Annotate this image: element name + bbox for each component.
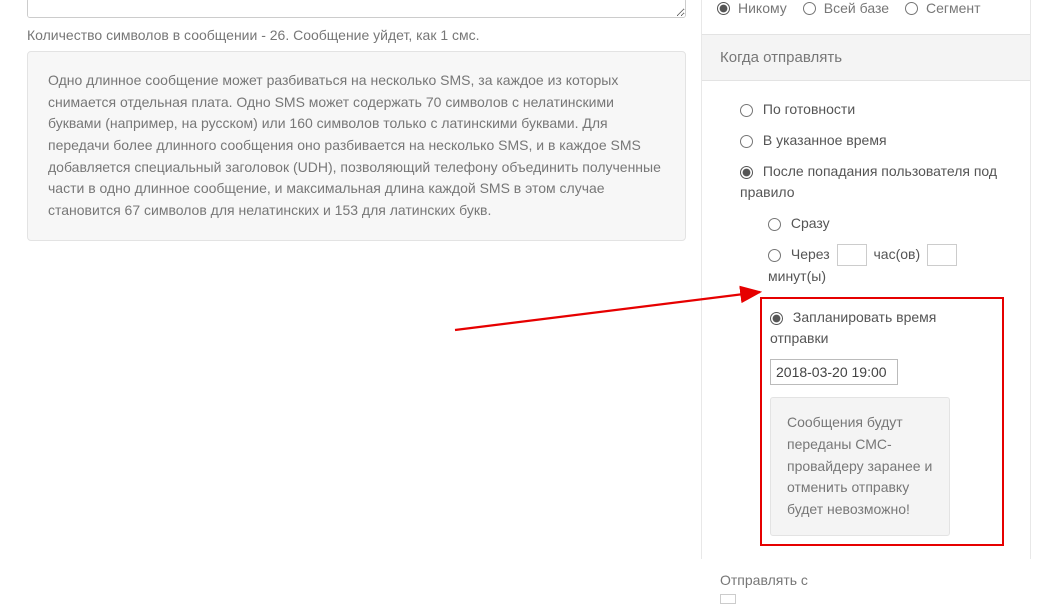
hours-label: час(ов): [873, 246, 920, 262]
subopt-through-radio[interactable]: [768, 249, 781, 262]
opt-after-rule-radio[interactable]: [740, 166, 753, 179]
minutes-label: минут(ы): [768, 268, 826, 284]
hours-input[interactable]: [837, 244, 867, 266]
schedule-warning: Сообщения будут переданы СМС-провайдеру …: [770, 397, 950, 535]
opt-at-time[interactable]: В указанное время: [740, 132, 887, 148]
message-textarea[interactable]: [27, 0, 686, 18]
minutes-input[interactable]: [927, 244, 957, 266]
opt-ready-radio[interactable]: [740, 104, 753, 117]
char-count-label: Количество символов в сообщении - 26. Со…: [27, 27, 686, 43]
subopt-schedule[interactable]: Запланировать время отправки: [770, 309, 936, 346]
audience-segment-label: Сегмент: [926, 0, 981, 16]
subopt-schedule-label: Запланировать время отправки: [770, 309, 936, 346]
audience-segment-radio[interactable]: [905, 2, 918, 15]
send-from-label: Отправлять с: [702, 572, 1030, 588]
audience-all-label: Всей базе: [824, 0, 889, 16]
audience-all[interactable]: Всей базе: [803, 0, 889, 16]
opt-ready-label: По готовности: [763, 101, 855, 117]
sms-info-box: Одно длинное сообщение может разбиваться…: [27, 51, 686, 241]
send-from-input[interactable]: [720, 594, 736, 604]
audience-none-radio[interactable]: [717, 2, 730, 15]
subopt-immediately-label: Сразу: [791, 215, 830, 231]
opt-at-time-radio[interactable]: [740, 135, 753, 148]
audience-segment[interactable]: Сегмент: [905, 0, 981, 16]
opt-after-rule[interactable]: После попадания пользователя под правило: [740, 163, 997, 200]
opt-ready[interactable]: По готовности: [740, 101, 855, 117]
audience-radios: Никому Всей базе Сегмент: [702, 0, 1030, 20]
subopt-immediately[interactable]: Сразу: [768, 215, 830, 231]
when-to-send-header: Когда отправлять: [702, 34, 1030, 81]
audience-all-radio[interactable]: [803, 2, 816, 15]
subopt-immediately-radio[interactable]: [768, 218, 781, 231]
subopt-through-label: Через: [791, 246, 830, 262]
subopt-through[interactable]: Через: [768, 246, 834, 262]
audience-none-label: Никому: [738, 0, 787, 16]
subopt-schedule-radio[interactable]: [770, 312, 783, 325]
opt-after-rule-label: После попадания пользователя под правило: [740, 163, 997, 200]
datetime-input[interactable]: [770, 359, 898, 385]
schedule-highlight-box: Запланировать время отправки Сообщения б…: [760, 297, 1004, 545]
opt-at-time-label: В указанное время: [763, 132, 887, 148]
audience-none[interactable]: Никому: [717, 0, 787, 16]
